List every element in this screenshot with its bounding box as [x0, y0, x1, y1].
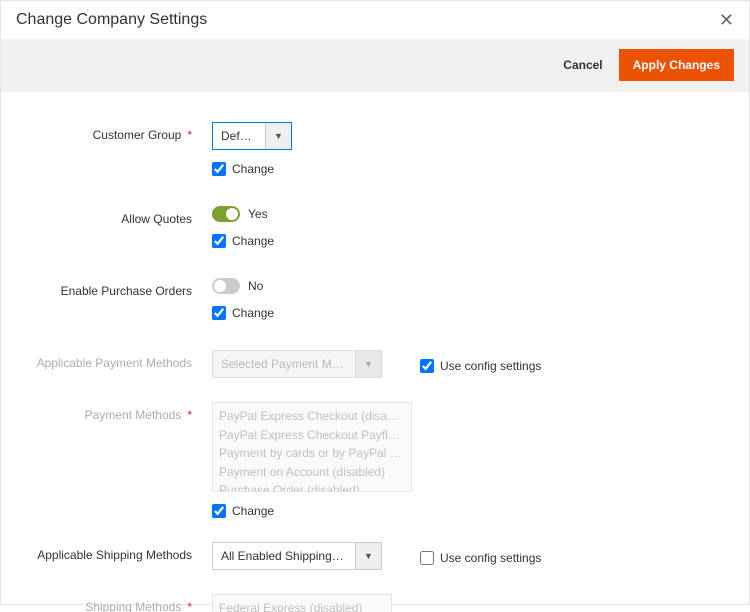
toggle-enable-po-value: No [248, 279, 263, 293]
use-config-payment-methods-label: Use config settings [440, 359, 541, 373]
row-applicable-payment-methods: Applicable Payment Methods Selected Paym… [16, 350, 734, 378]
toggle-allow-quotes-value: Yes [248, 207, 268, 221]
modal-header: Change Company Settings ✕ [1, 1, 749, 39]
row-customer-group: Customer Group Default (Ge… ▼ Change [16, 122, 734, 176]
select-customer-group[interactable]: Default (Ge… ▼ [212, 122, 292, 150]
change-customer-group-label: Change [232, 162, 274, 176]
toggle-allow-quotes[interactable] [212, 206, 240, 222]
row-shipping-methods: Shipping Methods Federal Express (disabl… [16, 594, 734, 612]
change-enable-po[interactable]: Change [212, 306, 274, 320]
label-applicable-payment-methods: Applicable Payment Methods [16, 350, 212, 370]
chevron-down-icon: ▼ [265, 123, 291, 149]
listbox-payment-methods: PayPal Express Checkout (disabled)PayPal… [212, 402, 412, 492]
select-customer-group-value: Default (Ge… [213, 129, 265, 143]
chevron-down-icon: ▼ [355, 351, 381, 377]
select-applicable-payment-methods-value: Selected Payment Methods [213, 357, 355, 371]
change-payment-methods[interactable]: Change [212, 504, 274, 518]
list-item: PayPal Express Checkout (disabled) [219, 407, 405, 426]
select-applicable-shipping-methods-value: All Enabled Shipping Methods [213, 549, 355, 563]
select-applicable-shipping-methods[interactable]: All Enabled Shipping Methods ▼ [212, 542, 382, 570]
cancel-button[interactable]: Cancel [559, 50, 606, 80]
use-config-shipping-methods-label: Use config settings [440, 551, 541, 565]
list-item: Purchase Order (disabled) [219, 481, 405, 492]
close-icon[interactable]: ✕ [719, 11, 734, 29]
change-customer-group[interactable]: Change [212, 162, 274, 176]
select-applicable-payment-methods: Selected Payment Methods ▼ [212, 350, 382, 378]
action-bar: Cancel Apply Changes [1, 39, 749, 92]
row-payment-methods: Payment Methods PayPal Express Checkout … [16, 402, 734, 518]
listbox-shipping-methods: Federal Express (disabled)Flat RateBest … [212, 594, 392, 612]
apply-changes-button[interactable]: Apply Changes [619, 49, 734, 81]
change-customer-group-checkbox[interactable] [212, 162, 226, 176]
list-item: PayPal Express Checkout Payflow Edition … [219, 426, 405, 445]
change-enable-po-label: Change [232, 306, 274, 320]
toggle-enable-po[interactable] [212, 278, 240, 294]
list-item: Payment on Account (disabled) [219, 463, 405, 482]
modal-title: Change Company Settings [16, 11, 207, 29]
form-body: Customer Group Default (Ge… ▼ Change All… [1, 92, 749, 612]
use-config-shipping-methods-checkbox[interactable] [420, 551, 434, 565]
use-config-payment-methods-checkbox[interactable] [420, 359, 434, 373]
list-item: Payment by cards or by PayPal account (d… [219, 444, 405, 463]
change-payment-methods-label: Change [232, 504, 274, 518]
change-enable-po-checkbox[interactable] [212, 306, 226, 320]
use-config-payment-methods[interactable]: Use config settings [420, 355, 541, 373]
label-allow-quotes: Allow Quotes [16, 206, 212, 226]
change-allow-quotes-checkbox[interactable] [212, 234, 226, 248]
change-allow-quotes-label: Change [232, 234, 274, 248]
row-applicable-shipping-methods: Applicable Shipping Methods All Enabled … [16, 542, 734, 570]
label-applicable-shipping-methods: Applicable Shipping Methods [16, 542, 212, 562]
label-customer-group: Customer Group [16, 122, 212, 142]
label-payment-methods: Payment Methods [16, 402, 212, 422]
change-allow-quotes[interactable]: Change [212, 234, 274, 248]
chevron-down-icon: ▼ [355, 543, 381, 569]
row-enable-po: Enable Purchase Orders No Change [16, 278, 734, 320]
row-allow-quotes: Allow Quotes Yes Change [16, 206, 734, 248]
list-item: Federal Express (disabled) [219, 599, 385, 612]
label-shipping-methods: Shipping Methods [16, 594, 212, 612]
label-enable-po: Enable Purchase Orders [16, 278, 212, 298]
change-payment-methods-checkbox[interactable] [212, 504, 226, 518]
use-config-shipping-methods[interactable]: Use config settings [420, 547, 541, 565]
